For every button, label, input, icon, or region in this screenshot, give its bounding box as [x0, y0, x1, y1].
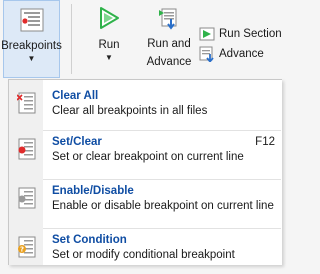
menu-divider [43, 179, 281, 180]
menu-item-description: Enable or disable breakpoint on current … [52, 200, 274, 212]
advance-button[interactable]: Advance [199, 44, 264, 64]
run-icon [98, 6, 120, 33]
advance-label: Advance [219, 48, 264, 60]
run-section-icon [199, 26, 215, 42]
run-section-button[interactable]: Run Section [199, 24, 282, 44]
ribbon-separator [71, 4, 72, 74]
menu-item-description: Set or modify conditional breakpoint [52, 249, 235, 261]
menu-item-title: Set/Clear [52, 136, 102, 148]
set-clear-icon [17, 138, 37, 163]
run-button[interactable]: Run ▼ [93, 0, 125, 78]
breakpoints-button[interactable]: Breakpoints ▼ [1, 0, 62, 78]
breakpoints-label: Breakpoints [1, 40, 62, 52]
chevron-down-icon: ▼ [27, 54, 36, 63]
clear-all-icon [16, 92, 37, 117]
menu-divider [43, 228, 281, 229]
menu-item-title: Set Condition [52, 234, 127, 246]
run-and-advance-icon [157, 6, 181, 33]
menu-item-description: Clear all breakpoints in all files [52, 105, 208, 117]
run-label: Run [98, 39, 120, 51]
run-and-advance-label-line1: Run and [147, 38, 191, 50]
advance-icon [199, 46, 215, 62]
menu-divider [43, 130, 281, 131]
menu-item-enable-disable[interactable]: Enable/Disable Enable or disable breakpo… [9, 181, 282, 225]
svg-text:?: ? [20, 246, 24, 254]
menu-item-set-clear[interactable]: Set/Clear F12 Set or clear breakpoint on… [9, 132, 282, 176]
enable-disable-icon [17, 187, 37, 212]
menu-item-title: Clear All [52, 90, 99, 102]
menu-item-title: Enable/Disable [52, 185, 134, 197]
run-and-advance-button[interactable]: Run and Advance [142, 0, 196, 78]
run-and-advance-label-line2: Advance [146, 56, 192, 68]
breakpoints-menu: Clear All Clear all breakpoints in all f… [8, 79, 282, 265]
editor-ribbon: Breakpoints ▼ Run ▼ Run and Advance Run … [0, 0, 282, 80]
breakpoints-icon [20, 8, 44, 35]
chevron-down-icon: ▼ [105, 53, 113, 62]
run-section-label: Run Section [219, 28, 282, 40]
menu-item-set-condition[interactable]: ? Set Condition Set or modify conditiona… [9, 230, 282, 274]
menu-item-shortcut: F12 [255, 136, 275, 148]
menu-item-description: Set or clear breakpoint on current line [52, 151, 244, 163]
menu-item-clear-all[interactable]: Clear All Clear all breakpoints in all f… [9, 86, 282, 130]
set-condition-icon: ? [17, 236, 37, 261]
